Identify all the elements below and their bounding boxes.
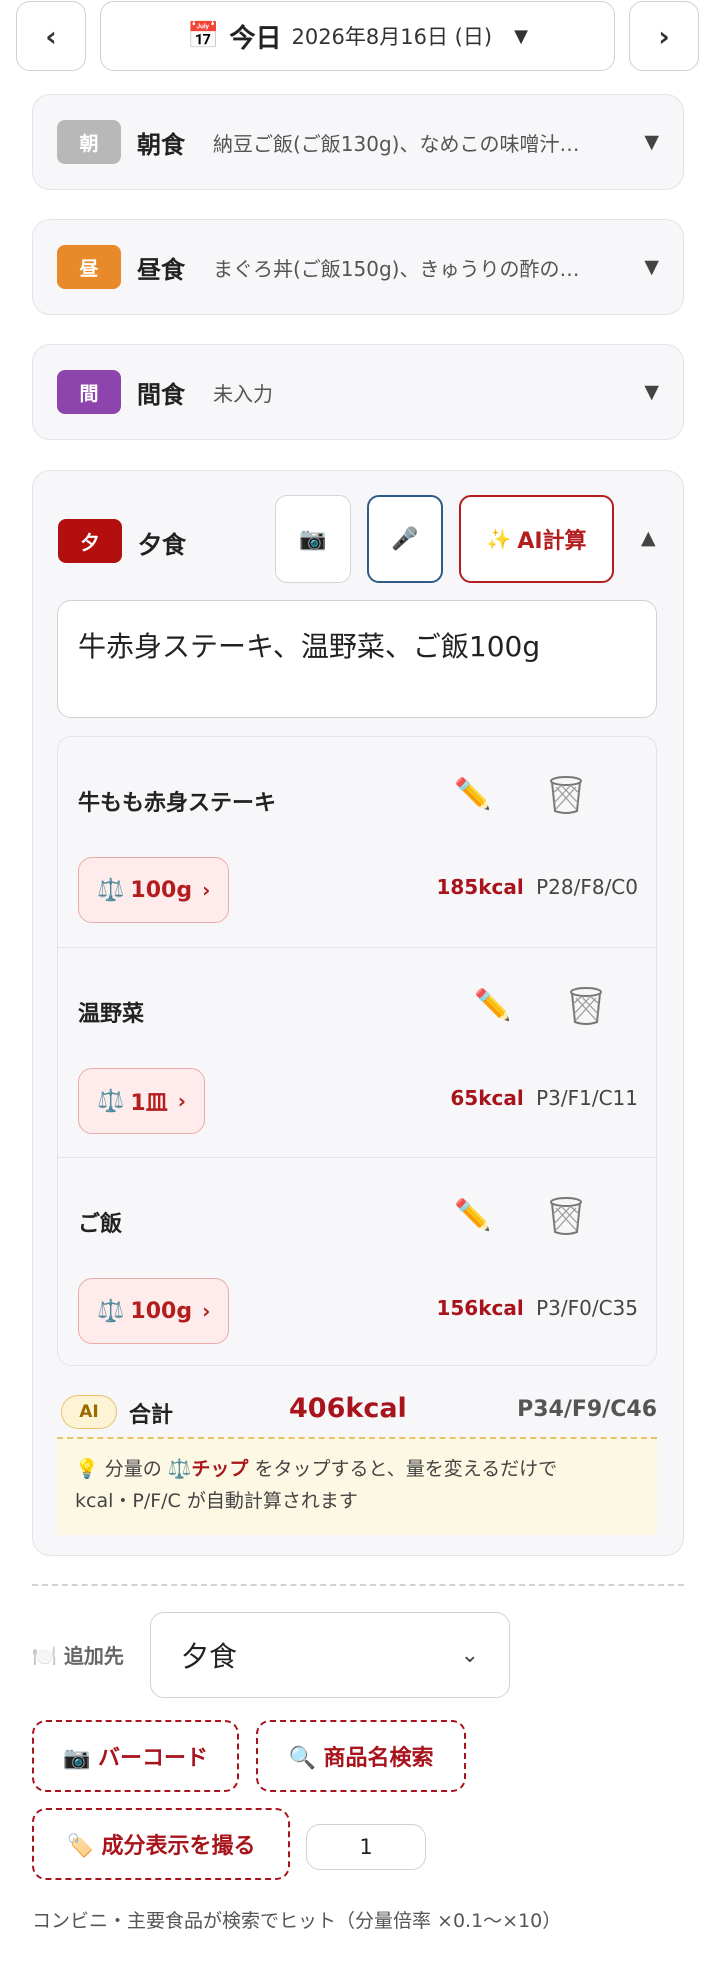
voice-input-button[interactable]: 🎤 [367,495,443,583]
quantity-chip[interactable]: ⚖️ 100g › [78,857,230,923]
date-label: 2026年8月16日 (日) [291,25,493,49]
pfc-value: P3/F1/C11 [536,1086,638,1110]
calendar-icon: 📅 [187,21,220,51]
meal-card-snack[interactable]: 間 間食 未入力 ▼ [32,344,684,440]
add-destination-value: 夕食 [181,1640,238,1673]
meal-badge-dinner: 夕 [58,519,122,563]
food-item: 牛もも赤身ステーキ ✏️ ⚖️ 100g › 185kcal P28/F8/C0 [58,737,656,947]
pfc-value: P3/F0/C35 [536,1296,638,1320]
multiplier-input[interactable]: 1 [306,1824,426,1870]
quantity-value: 100g [130,1298,193,1324]
quantity-value: 1皿 [130,1091,168,1116]
pencil-icon[interactable]: ✏️ [474,988,511,1023]
date-picker-button[interactable]: 📅 今日 2026年8月16日 (日) ▼ [100,1,615,71]
meal-summary-breakfast: 納豆ご飯(ご飯130g)、なめこの味噌汁… [213,131,580,156]
add-destination-select[interactable]: 夕食 ⌄ [150,1612,510,1698]
total-label: 合計 [129,1403,174,1428]
kcal-value: 65kcal [450,1086,524,1110]
meal-summary-lunch: まぐろ丼(ご飯150g)、きゅうりの酢の… [213,256,580,281]
add-destination-label: 🍽️ 追加先 [32,1644,124,1668]
food-item-name: 牛もも赤身ステーキ [78,791,277,816]
meal-badge-breakfast: 朝 [57,120,121,164]
pencil-icon[interactable]: ✏️ [454,1198,491,1233]
chevron-right-icon: › [202,1299,211,1323]
meal-text-input[interactable]: 牛赤身ステーキ、温野菜、ご飯100g [57,600,657,718]
ai-calc-label: AI計算 [517,529,587,554]
meal-card-breakfast[interactable]: 朝 朝食 納豆ご飯(ご飯130g)、なめこの味噌汁… ▼ [32,94,684,190]
caret-down-icon[interactable]: ▼ [644,256,659,278]
search-footnote: コンビニ・主要食品が検索でヒット（分量倍率 ×0.1〜×10） [32,1910,562,1932]
total-pfc: P34/F9/C46 [517,1397,657,1422]
section-divider [32,1584,684,1586]
trash-icon[interactable] [548,775,584,815]
caret-down-icon: ▼ [514,25,528,47]
meal-summary-snack: 未入力 [213,381,273,406]
date-bar: ‹ 📅 今日 2026年8月16日 (日) ▼ › [0,0,716,86]
sparkle-icon: ✨ [486,527,512,551]
chevron-down-icon: ⌄ [460,1642,479,1668]
tip-chip-word: チップ [191,1458,249,1480]
product-search-button[interactable]: 🔍 商品名検索 [256,1720,466,1792]
quantity-chip[interactable]: ⚖️ 100g › [78,1278,230,1344]
camera-button[interactable]: 📷 [275,495,351,583]
nutrition-summary: 65kcal P3/F1/C11 [450,1086,638,1110]
ai-calc-button[interactable]: ✨ AI計算 [459,495,614,583]
chevron-right-icon: › [177,1089,186,1113]
tip-line-2: kcal・P/F/C が自動計算されます [75,1490,358,1512]
meal-name-dinner: 夕食 [138,531,186,559]
food-item: ご飯 ✏️ ⚖️ 100g › 156kcal P3/F0/C35 [58,1157,656,1365]
scale-icon: ⚖️ [97,877,125,903]
caret-down-icon[interactable]: ▼ [644,381,659,403]
barcode-button[interactable]: 📷 バーコード [32,1720,239,1792]
nutrition-summary: 156kcal P3/F0/C35 [436,1296,638,1320]
today-label: 今日 [229,23,282,54]
ai-badge: AI [61,1395,117,1429]
microphone-icon: 🎤 [391,526,419,552]
caret-down-icon[interactable]: ▼ [644,131,659,153]
meal-badge-snack: 間 [57,370,121,414]
meal-name-breakfast: 朝食 [137,130,185,159]
caret-up-icon[interactable]: ▲ [641,527,656,549]
next-day-button[interactable]: › [629,1,699,71]
nutrition-summary: 185kcal P28/F8/C0 [436,875,638,899]
prev-day-button[interactable]: ‹ [16,1,86,71]
food-item-name: ご飯 [78,1212,123,1237]
trash-icon[interactable] [568,986,604,1026]
total-kcal: 406kcal [289,1393,407,1424]
food-item: 温野菜 ✏️ ⚖️ 1皿 › 65kcal P3/F1/C11 [58,947,656,1157]
meal-name-snack: 間食 [137,380,185,409]
quantity-chip[interactable]: ⚖️ 1皿 › [78,1068,205,1134]
camera-icon: 📷 [299,526,327,552]
scale-icon: ⚖️ [97,1298,125,1324]
pfc-value: P28/F8/C0 [536,875,638,899]
total-row: AI 合計 406kcal P34/F9/C46 [57,1389,657,1437]
meal-card-lunch[interactable]: 昼 昼食 まぐろ丼(ご飯150g)、きゅうりの酢の… ▼ [32,219,684,315]
quantity-tip: 💡 分量の ⚖️チップ をタップすると、量を変えるだけで kcal・P/F/C … [57,1437,657,1535]
meal-name-lunch: 昼食 [137,255,185,284]
food-item-name: 温野菜 [78,1002,145,1027]
nutrition-label-photo-button[interactable]: 🏷️ 成分表示を撮る [32,1808,290,1880]
scale-icon: ⚖️ [97,1088,125,1114]
chevron-right-icon: › [202,878,211,902]
tip-line-1: 💡 分量の ⚖️チップ をタップすると、量を変えるだけで [75,1453,639,1485]
pencil-icon[interactable]: ✏️ [454,777,491,812]
food-item-list: 牛もも赤身ステーキ ✏️ ⚖️ 100g › 185kcal P28/F8/C0… [57,736,657,1366]
meal-card-dinner: 夕 夕食 📷 🎤 ✨ AI計算 ▲ 牛赤身ステーキ、温野菜、ご飯100g 牛もも… [32,470,684,1556]
tip-suffix: をタップすると、量を変えるだけで [248,1458,558,1480]
meal-badge-lunch: 昼 [57,245,121,289]
trash-icon[interactable] [548,1196,584,1236]
kcal-value: 185kcal [436,875,524,899]
kcal-value: 156kcal [436,1296,524,1320]
tip-prefix: 💡 分量の ⚖️ [75,1458,192,1480]
quantity-value: 100g [130,877,193,903]
